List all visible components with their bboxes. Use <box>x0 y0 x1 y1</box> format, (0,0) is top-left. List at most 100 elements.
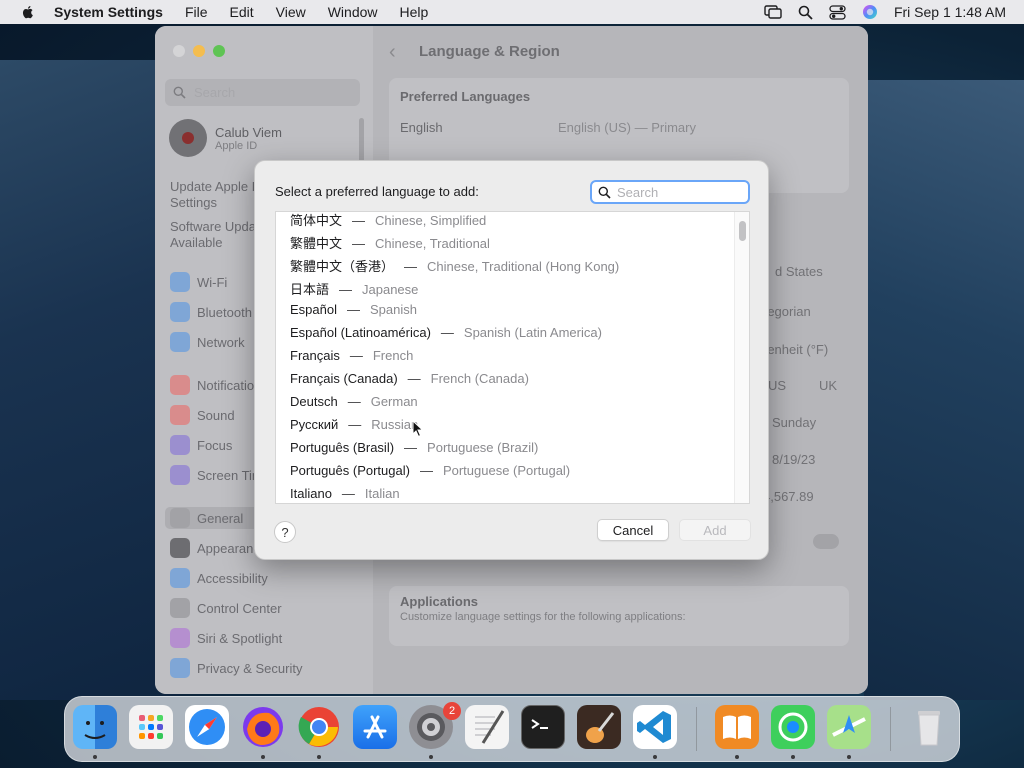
siri-icon[interactable] <box>862 4 878 20</box>
cancel-button[interactable]: Cancel <box>597 519 669 541</box>
dock-firefox[interactable] <box>241 705 285 749</box>
first-day-value[interactable]: Sunday <box>772 415 816 430</box>
dock-chrome[interactable] <box>297 705 341 749</box>
language-native: Русский <box>290 417 339 432</box>
separator: — <box>419 463 433 478</box>
language-row-it[interactable]: Italiano — Italian <box>290 486 400 501</box>
language-english[interactable]: English <box>400 120 443 135</box>
language-list-scrollbar[interactable] <box>734 212 749 503</box>
user-subtitle: Apple ID <box>215 139 258 152</box>
apple-id-row[interactable]: Calub Viem Apple ID <box>169 119 282 157</box>
wallpaper-mountain-left <box>0 60 180 700</box>
sidebar-item-network[interactable]: Network <box>170 331 245 353</box>
language-native: 繁體中文 <box>290 236 343 251</box>
sidebar-item-appearance[interactable]: Appearance <box>170 537 267 559</box>
dock-launchpad[interactable] <box>129 705 173 749</box>
dock-finder[interactable] <box>73 705 117 749</box>
minimize-window-button[interactable] <box>193 45 205 57</box>
network-icon <box>170 332 190 352</box>
update-apple-id-link[interactable]: Update Apple ID Settings <box>170 179 265 211</box>
page-title: Language & Region <box>419 43 560 60</box>
screen-mirroring-icon[interactable] <box>764 5 782 19</box>
separator: — <box>341 486 355 501</box>
separator: — <box>348 417 362 432</box>
preferred-languages-heading: Preferred Languages <box>400 89 531 104</box>
toggle-switch[interactable] <box>813 534 839 549</box>
dock-find-my[interactable] <box>771 705 815 749</box>
help-button[interactable]: ? <box>274 521 296 543</box>
language-row-es[interactable]: Español — Spanish <box>290 302 417 317</box>
language-row-zh-hant[interactable]: 繁體中文 — Chinese, Traditional <box>290 233 490 252</box>
language-english: Spanish <box>369 302 417 317</box>
menu-help[interactable]: Help <box>400 4 429 20</box>
language-row-zh-hk[interactable]: 繁體中文（香港） — Chinese, Traditional (Hong Kong… <box>290 256 619 275</box>
calendar-value[interactable]: regorian <box>763 304 811 319</box>
separator: — <box>352 236 366 251</box>
sidebar-item-privacy-security[interactable]: Privacy & Security <box>170 657 302 679</box>
sidebar-item-wifi[interactable]: Wi-Fi <box>170 271 227 293</box>
language-row-fr-ca[interactable]: Français (Canada) — French (Canada) <box>290 371 529 386</box>
close-window-button[interactable] <box>173 45 185 57</box>
dock-garageband[interactable] <box>577 705 621 749</box>
dock-separator <box>890 707 891 751</box>
dock-app-store[interactable] <box>353 705 397 749</box>
language-search-field[interactable] <box>590 180 750 204</box>
sidebar-item-control-center[interactable]: Control Center <box>170 597 282 619</box>
language-row-fr[interactable]: Français — French <box>290 348 413 363</box>
sidebar-item-focus[interactable]: Focus <box>170 434 232 456</box>
measurement-us[interactable]: US <box>768 378 786 393</box>
back-chevron-icon[interactable]: ‹ <box>389 41 396 64</box>
sidebar-search-placeholder: Search <box>194 85 236 100</box>
sidebar-item-label: Network <box>197 334 245 350</box>
search-input[interactable] <box>617 184 737 200</box>
sidebar-item-bluetooth[interactable]: Bluetooth <box>170 301 252 323</box>
dock-vs-code[interactable] <box>633 705 677 749</box>
dock-terminal[interactable] <box>521 705 565 749</box>
dock-books[interactable] <box>715 705 759 749</box>
language-row-zh-hans[interactable]: 简体中文 — Chinese, Simplified <box>290 212 486 229</box>
menu-file[interactable]: File <box>185 4 208 20</box>
zoom-window-button[interactable] <box>213 45 225 57</box>
software-update-link[interactable]: Software Update Available <box>170 219 267 251</box>
dock-trash[interactable] <box>907 705 951 749</box>
spotlight-search-icon[interactable] <box>798 5 813 20</box>
language-english-desc: English (US) — Primary <box>558 120 696 135</box>
menu-clock[interactable]: Fri Sep 1 1:48 AM <box>894 4 1006 20</box>
wallpaper-mountain-right <box>864 80 1024 700</box>
region-value[interactable]: d States <box>775 264 823 279</box>
sidebar-item-sound[interactable]: Sound <box>170 404 235 426</box>
scrollbar-thumb[interactable] <box>739 221 746 241</box>
dock-safari[interactable] <box>185 705 229 749</box>
language-row-pt-pt[interactable]: Português (Portugal) — Portuguese (Portuga… <box>290 463 570 478</box>
language-row-de[interactable]: Deutsch — German <box>290 394 418 409</box>
screen-time-icon <box>170 465 190 485</box>
separator: — <box>404 259 418 274</box>
temperature-value[interactable]: renheit (°F) <box>763 342 828 357</box>
dock-maps[interactable] <box>827 705 871 749</box>
language-row-ja[interactable]: 日本語 — Japanese <box>290 279 418 298</box>
bluetooth-icon <box>170 302 190 322</box>
sidebar-item-accessibility[interactable]: Accessibility <box>170 567 268 589</box>
sidebar-item-siri-spotlight[interactable]: Siri & Spotlight <box>170 627 282 649</box>
menu-app-name[interactable]: System Settings <box>54 4 163 20</box>
separator: — <box>352 213 366 228</box>
running-indicator <box>317 755 321 759</box>
dock-separator <box>696 707 697 751</box>
language-row-ru[interactable]: Русский — Russian <box>290 417 418 432</box>
measurement-uk[interactable]: UK <box>819 378 837 393</box>
number-format-value[interactable]: 4,567.89 <box>763 489 814 504</box>
sidebar-search-field[interactable]: Search <box>165 79 360 106</box>
add-button[interactable]: Add <box>679 519 751 541</box>
language-row-pt-br[interactable]: Português (Brasil) — Portuguese (Brazil) <box>290 440 538 455</box>
hand-icon <box>170 658 190 678</box>
language-row-es-419[interactable]: Español (Latinoamérica) — Spanish (Latin A… <box>290 325 602 340</box>
menu-view[interactable]: View <box>276 4 306 20</box>
apple-logo-icon[interactable] <box>20 4 36 20</box>
menu-window[interactable]: Window <box>328 4 378 20</box>
menu-edit[interactable]: Edit <box>230 4 254 20</box>
date-format-value[interactable]: 8/19/23 <box>772 452 815 467</box>
dock-textedit[interactable] <box>465 705 509 749</box>
control-center-icon[interactable] <box>829 4 846 20</box>
language-list[interactable]: 简体中文 — Chinese, Simplified 繁體中文 — Chinese, T… <box>275 211 750 504</box>
mouse-pointer-icon <box>412 420 424 438</box>
